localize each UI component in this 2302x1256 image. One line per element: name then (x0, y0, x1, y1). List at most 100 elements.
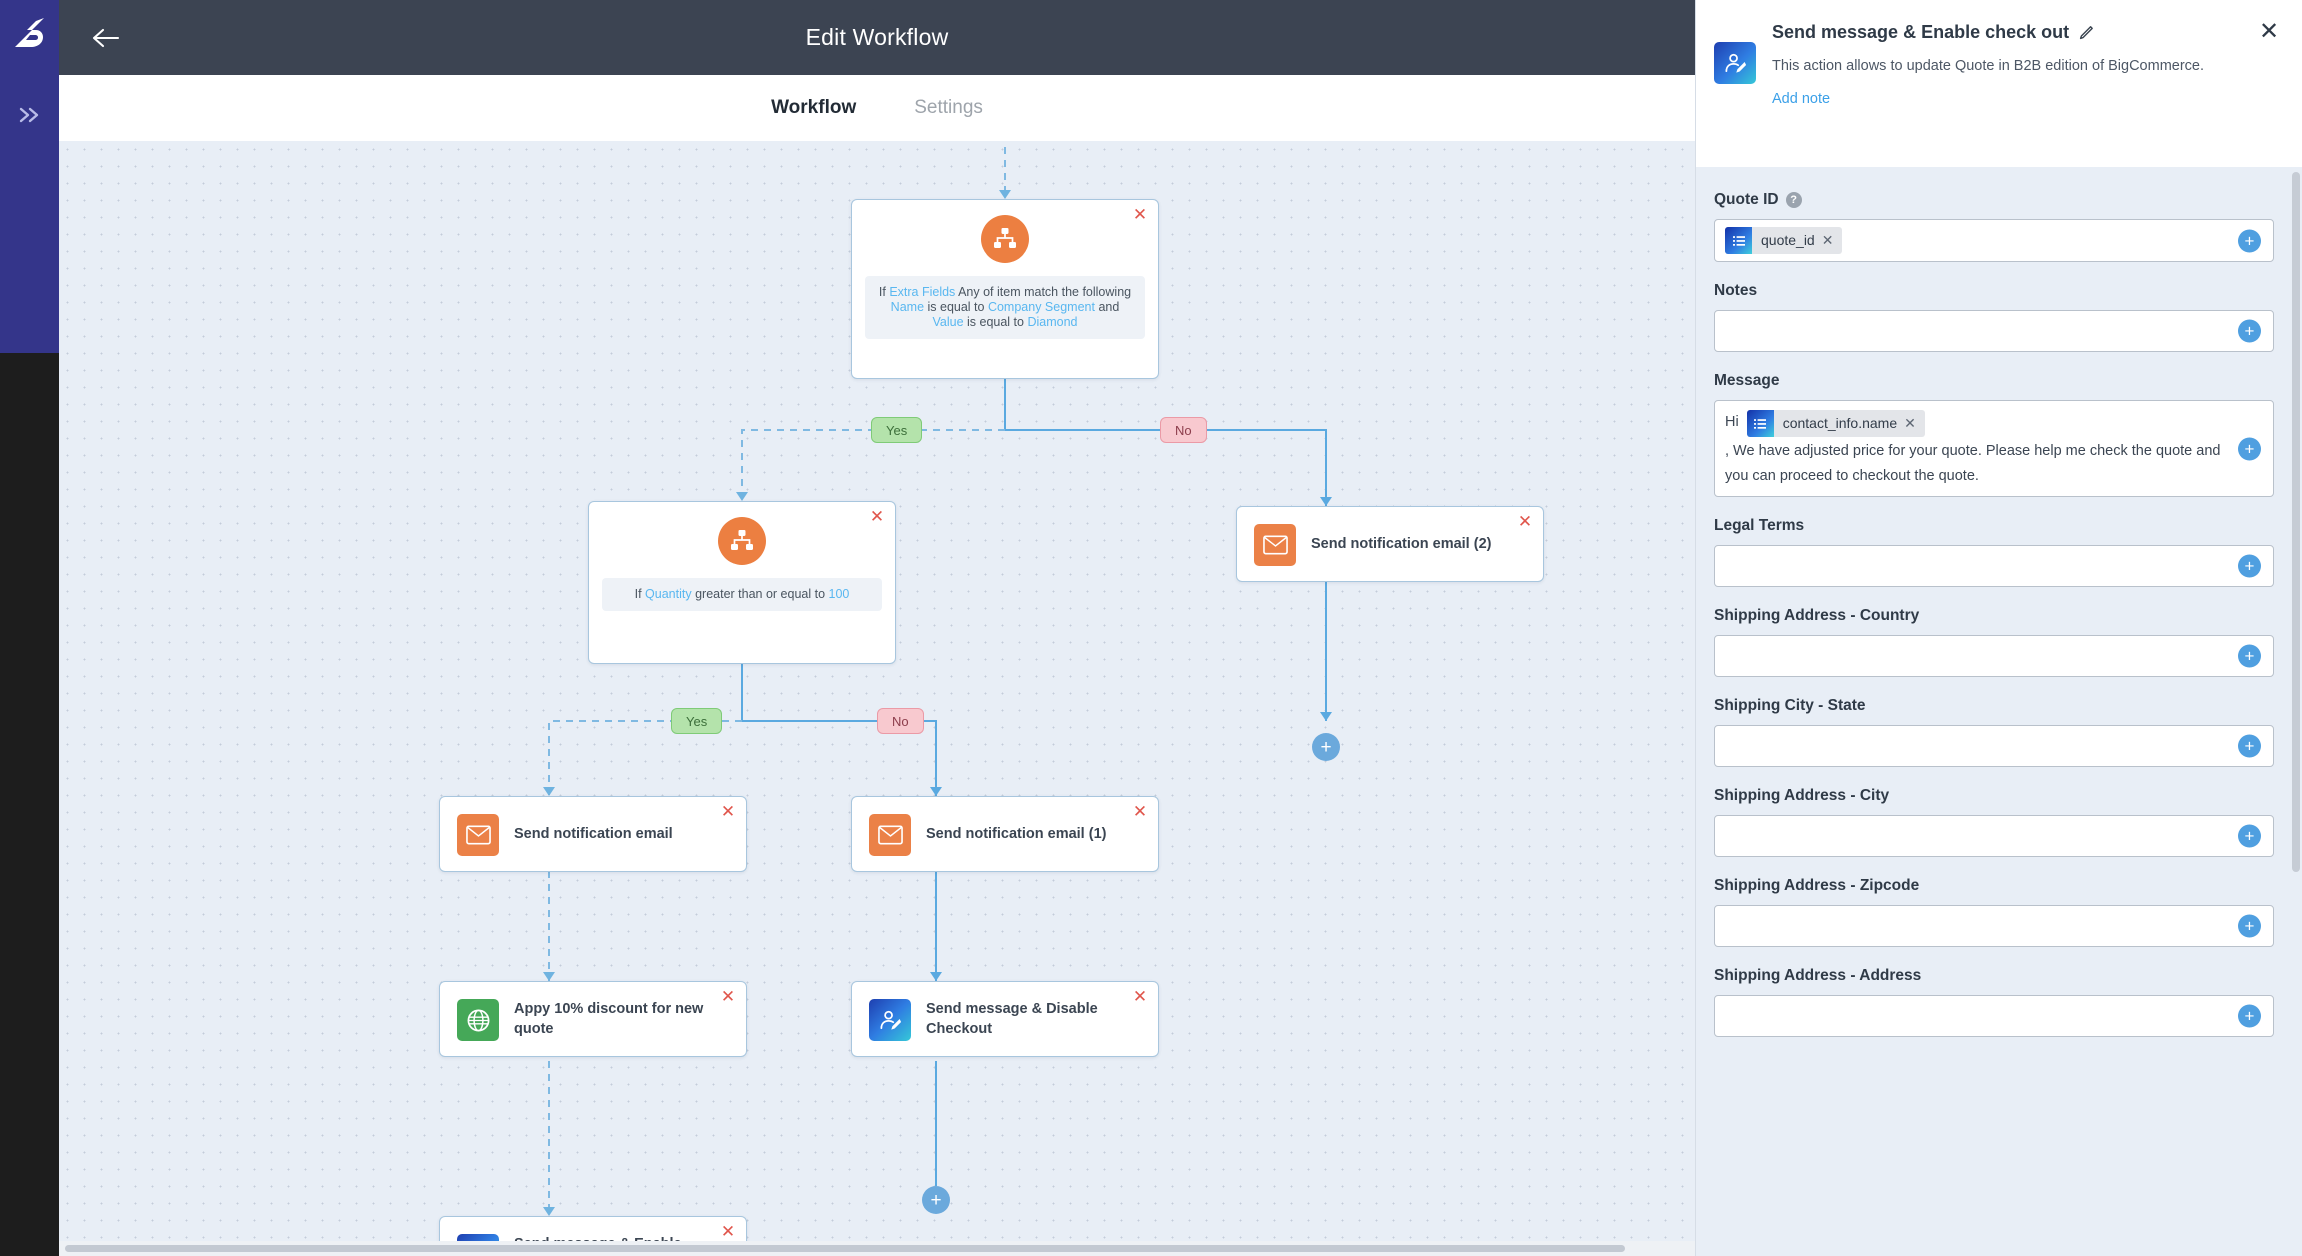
envelope-icon (1254, 524, 1296, 566)
close-icon[interactable]: ✕ (1131, 988, 1149, 1006)
close-icon[interactable]: ✕ (719, 988, 737, 1006)
field-label-row: Shipping Address - Zipcode (1714, 877, 2274, 895)
condition-expression: If Extra Fields Any of item match the fo… (865, 276, 1145, 339)
action-node-send-message-enable-checkout[interactable]: ✕ Send message & Enable check out (439, 1216, 747, 1241)
panel-fields: Quote ID ? quote_id ✕ + Notes + Message … (1696, 167, 2302, 1037)
field-shipping-city: Shipping Address - City + (1714, 787, 2274, 857)
field-notes: Notes + (1714, 282, 2274, 352)
message-text-before: Hi (1725, 414, 1739, 430)
envelope-icon (457, 814, 499, 856)
add-variable-button[interactable]: + (2238, 319, 2261, 343)
field-shipping-address: Shipping Address - Address + (1714, 967, 2274, 1037)
action-node-send-notification-email[interactable]: ✕ Send notification email (439, 796, 747, 872)
shipping-zipcode-input[interactable]: + (1714, 905, 2274, 947)
action-node-send-notification-email-1[interactable]: ✕ Send notification email (1) (851, 796, 1159, 872)
condition-expression: If Quantity greater than or equal to 100 (602, 578, 882, 611)
list-icon (1746, 410, 1774, 437)
field-shipping-country: Shipping Address - Country + (1714, 607, 2274, 677)
close-icon[interactable]: ✕ (1516, 513, 1534, 531)
scrollbar-thumb[interactable] (65, 1245, 1625, 1252)
help-icon[interactable]: ? (1785, 192, 1802, 208)
field-quote-id: Quote ID ? quote_id ✕ + (1714, 191, 2274, 262)
pencil-icon[interactable] (2078, 25, 2094, 41)
add-variable-button[interactable]: + (2238, 734, 2261, 758)
panel-scrollbar[interactable] (2292, 172, 2300, 872)
field-label-row: Shipping Address - Address (1714, 967, 2274, 985)
condition-node-extra-fields[interactable]: ✕ If Extra Fields Any of item match the … (851, 199, 1159, 379)
close-icon[interactable]: ✕ (1131, 206, 1149, 224)
field-label: Legal Terms (1714, 517, 1805, 534)
add-variable-button[interactable]: + (2238, 914, 2261, 938)
list-icon (1725, 227, 1752, 254)
condition-node-quantity[interactable]: ✕ If Quantity greater than or equal to 1… (588, 501, 896, 664)
back-button[interactable] (88, 20, 124, 56)
branch-label-yes-1: Yes (871, 417, 923, 443)
user-edit-icon (869, 999, 911, 1041)
legal-terms-input[interactable]: + (1714, 545, 2274, 587)
add-step-button-right[interactable]: + (1312, 733, 1340, 761)
add-variable-button[interactable]: + (2238, 1004, 2261, 1028)
tab-bar: Workflow Settings (59, 75, 1695, 141)
globe-icon (457, 999, 499, 1041)
field-shipping-state: Shipping City - State + (1714, 697, 2274, 767)
shipping-country-input[interactable]: + (1714, 635, 2274, 677)
top-bar: Edit Workflow (59, 0, 1695, 75)
close-icon[interactable]: ✕ (868, 508, 886, 526)
close-icon[interactable]: ✕ (719, 803, 737, 821)
close-icon[interactable]: ✕ (2256, 20, 2282, 46)
shipping-city-input[interactable]: + (1714, 815, 2274, 857)
close-icon[interactable]: ✕ (719, 1223, 737, 1241)
message-input[interactable]: Hi contact_info.name ✕ , We have adjuste… (1714, 400, 2274, 497)
add-note-link[interactable]: Add note (1772, 91, 2276, 107)
field-label-row: Legal Terms (1714, 517, 2274, 535)
sitemap-icon (981, 215, 1029, 263)
field-label-row: Shipping City - State (1714, 697, 2274, 715)
field-label: Shipping Address - Address (1714, 967, 1922, 984)
node-label: Send message & Enable check out (514, 1217, 706, 1241)
shipping-address-input[interactable]: + (1714, 995, 2274, 1037)
user-edit-icon (1714, 42, 1756, 84)
envelope-icon (869, 814, 911, 856)
field-label: Quote ID (1714, 191, 1779, 208)
tab-workflow[interactable]: Workflow (771, 97, 856, 119)
token-chip[interactable]: contact_info.name ✕ (1746, 410, 1925, 437)
notes-input[interactable]: + (1714, 310, 2274, 352)
action-node-send-notification-email-2[interactable]: ✕ Send notification email (2) (1236, 506, 1544, 582)
page-title: Edit Workflow (805, 24, 949, 50)
branch-label-no-2: No (877, 708, 924, 734)
action-node-apply-discount[interactable]: ✕ Appy 10% discount for new quote (439, 981, 747, 1057)
field-label: Shipping Address - Zipcode (1714, 877, 1920, 894)
token-chip[interactable]: quote_id ✕ (1725, 227, 1843, 254)
panel-title: Send message & Enable check out (1772, 22, 2070, 42)
shipping-state-input[interactable]: + (1714, 725, 2274, 767)
tab-settings[interactable]: Settings (914, 97, 983, 119)
panel-title-row: Send message & Enable check out (1772, 22, 2276, 43)
node-label: Send notification email (1) (926, 826, 1107, 842)
canvas-horizontal-scrollbar[interactable] (59, 1241, 1695, 1256)
add-variable-button[interactable]: + (2238, 644, 2261, 668)
close-icon[interactable]: ✕ (1131, 803, 1149, 821)
quote-id-input[interactable]: quote_id ✕ + (1714, 219, 2274, 262)
add-step-button-middle[interactable]: + (922, 1186, 950, 1214)
sidebar-expand-button[interactable] (0, 95, 59, 135)
panel-description: This action allows to update Quote in B2… (1772, 58, 2205, 74)
action-node-send-message-disable-checkout[interactable]: ✕ Send message & Disable Checkout (851, 981, 1159, 1057)
add-variable-button[interactable]: + (2238, 437, 2261, 460)
add-variable-button[interactable]: + (2238, 229, 2261, 252)
field-label-row: Notes (1714, 282, 2274, 300)
workflow-canvas[interactable]: ✕ If Extra Fields Any of item match the … (59, 141, 1695, 1241)
field-label: Shipping Address - Country (1714, 607, 1920, 624)
field-label: Shipping City - State (1714, 697, 1866, 714)
left-rail-lower (0, 353, 59, 1256)
close-icon[interactable]: ✕ (1902, 411, 1925, 436)
close-icon[interactable]: ✕ (1820, 228, 1843, 253)
add-variable-button[interactable]: + (2238, 824, 2261, 848)
node-label: Appy 10% discount for new quote (514, 1001, 704, 1037)
add-variable-button[interactable]: + (2238, 554, 2261, 578)
sitemap-icon (718, 517, 766, 565)
left-rail (0, 0, 59, 353)
token-label: contact_info.name (1782, 415, 1898, 431)
bigcommerce-logo-icon[interactable] (9, 12, 51, 54)
branch-label-yes-2: Yes (671, 708, 723, 734)
node-label: Send notification email (2) (1311, 536, 1492, 552)
